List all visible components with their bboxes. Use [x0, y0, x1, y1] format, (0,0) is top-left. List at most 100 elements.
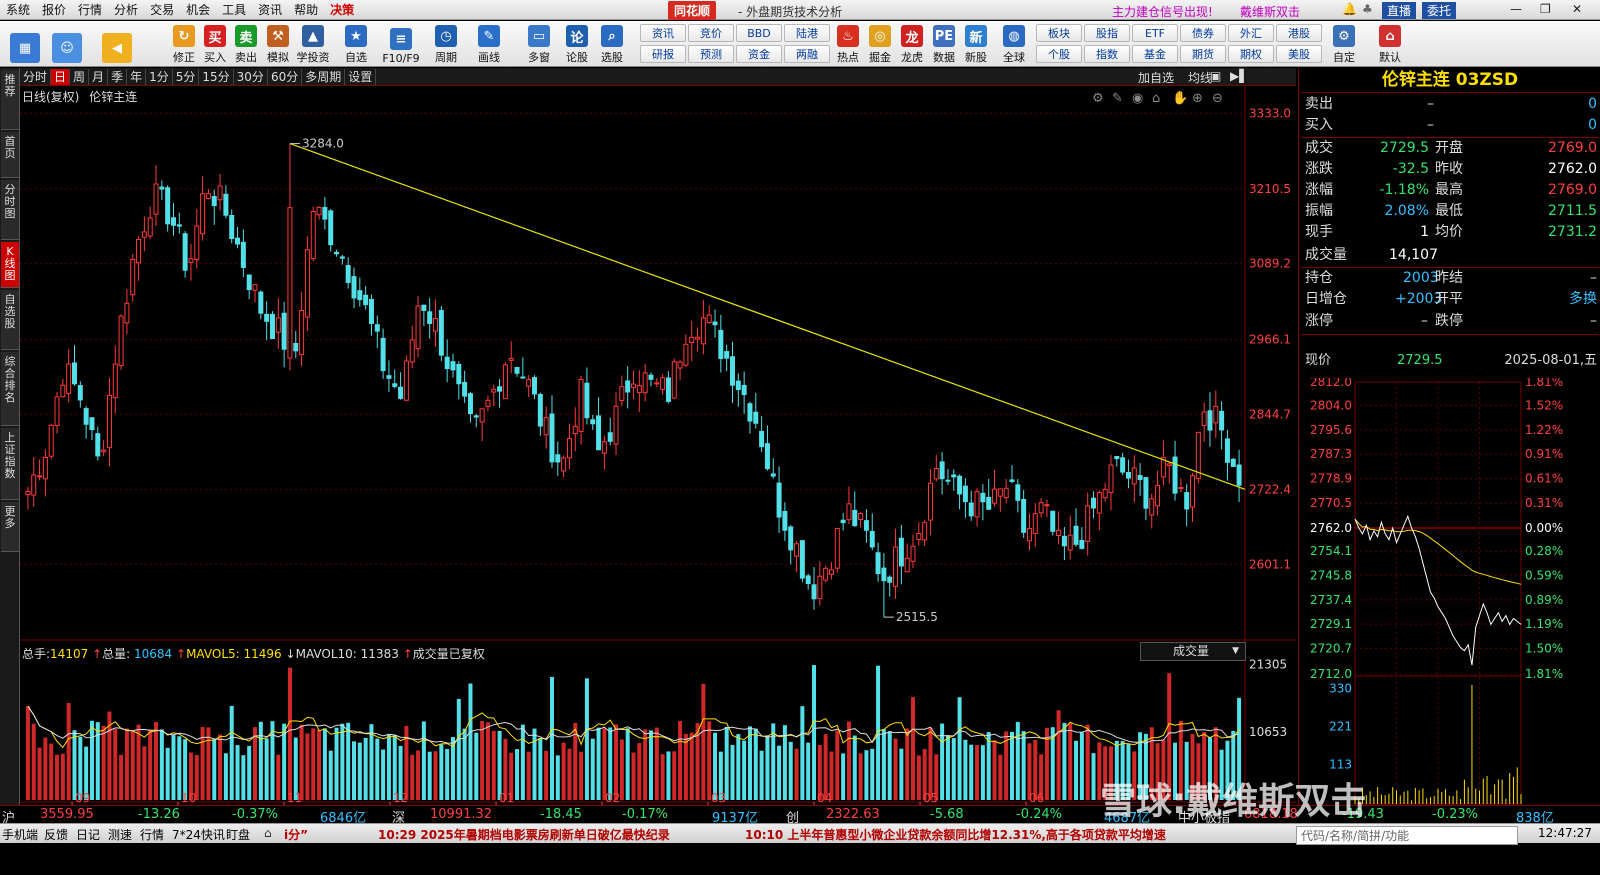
menu-item-7[interactable]: 资讯	[252, 1, 288, 18]
menu-item-0[interactable]: 系统	[0, 1, 36, 18]
market-button-bottom-5[interactable]: 美股	[1276, 45, 1322, 63]
bell-icon[interactable]: 🔔	[1342, 2, 1357, 16]
entrust-button[interactable]: 委托	[1422, 2, 1457, 19]
small-button-top-3[interactable]: 陆港	[784, 24, 830, 42]
small-button-top-0[interactable]: 资讯	[640, 24, 686, 42]
pen-icon[interactable]: ✎	[1112, 91, 1123, 106]
period-4[interactable]: 季	[108, 68, 128, 85]
toolbar-button-11[interactable]: ✎ 画线	[473, 23, 505, 65]
bottom-item-2[interactable]: 日记	[76, 826, 100, 843]
zoom-out-icon[interactable]: ⊖	[1212, 91, 1223, 106]
market-button-top-2[interactable]: ETF	[1132, 24, 1178, 42]
period-1[interactable]: 日	[51, 68, 71, 85]
toolbar-button-4[interactable]: 买买入	[199, 23, 231, 65]
toolbar-button-0[interactable]: ▦	[5, 23, 45, 65]
bottom-item-3[interactable]: 测速	[108, 826, 132, 843]
lock-icon[interactable]: ♣	[1362, 2, 1373, 16]
market-button-bottom-3[interactable]: 期货	[1180, 45, 1226, 63]
toolbar-button-3[interactable]: ↻ 修正	[168, 23, 200, 65]
toolbar-button-12[interactable]: ▭ 多窗	[523, 23, 555, 65]
news-ticker-1[interactable]: 10:29 2025年暑期档电影票房刷新单日破亿最快纪录	[378, 826, 670, 843]
small-button-bottom-0[interactable]: 研报	[640, 45, 686, 63]
toolbar2-button-3[interactable]: PE 数据	[928, 23, 960, 65]
toolbar-button-7[interactable]: ▲ 学投资	[297, 23, 330, 65]
left-tab-2[interactable]: 分时图	[1, 180, 19, 240]
menu-item-2[interactable]: 行情	[72, 1, 108, 18]
kline-chart[interactable]: 3333.0 3210.5 3089.2 2966.1 2844.7 2722.4 2601…	[20, 86, 1296, 805]
small-button-bottom-3[interactable]: 两融	[784, 45, 830, 63]
toolbar3-button-0[interactable]: ⚙ 自定	[1328, 23, 1360, 65]
toolbar-button-8[interactable]: ★ 自选	[340, 23, 372, 65]
bottom-item-6[interactable]: 盯盘	[226, 826, 250, 843]
left-tab-1[interactable]: 首页	[1, 132, 19, 178]
period-10[interactable]: 60分	[268, 68, 303, 85]
live-button[interactable]: 直播	[1382, 2, 1417, 19]
market-button-bottom-4[interactable]: 期权	[1228, 45, 1274, 63]
lock-icon[interactable]: ⌂	[1152, 91, 1160, 106]
toolbar2-button-4[interactable]: 新新股	[960, 23, 992, 65]
menu-item-3[interactable]: 分析	[108, 1, 144, 18]
toolbar2-button-0[interactable]: ♨ 热点	[832, 23, 864, 65]
period-7[interactable]: 5分	[173, 68, 200, 85]
intraday-chart[interactable]: 2812.0 1.81% 2804.0 1.52% 2795.6 1.22% 2787.3 0…	[1299, 378, 1600, 805]
period-right-0[interactable]: 加自选	[1138, 69, 1174, 86]
market-button-top-1[interactable]: 股指	[1084, 24, 1130, 42]
left-tab-3[interactable]: K线图	[1, 242, 19, 288]
period-3[interactable]: 月	[89, 68, 109, 85]
small-button-bottom-1[interactable]: 预测	[688, 45, 734, 63]
toolbar3-button-1[interactable]: ⌂ 默认	[1374, 23, 1406, 65]
period-8[interactable]: 15分	[199, 68, 234, 85]
left-tab-5[interactable]: 综合排名	[1, 352, 19, 426]
market-button-bottom-2[interactable]: 基金	[1132, 45, 1178, 63]
market-button-top-5[interactable]: 港股	[1276, 24, 1322, 42]
small-button-bottom-2[interactable]: 资金	[736, 45, 782, 63]
toolbar-button-1[interactable]: ☺	[47, 23, 87, 65]
bottom-item-4[interactable]: 行情	[140, 826, 164, 843]
small-button-top-1[interactable]: 竞价	[688, 24, 734, 42]
search-input[interactable]: 代码/名称/简拼/功能	[1296, 826, 1518, 845]
period-0[interactable]: 分时	[20, 68, 52, 85]
toolbar-button-13[interactable]: 论论股	[561, 23, 593, 65]
toolbar2-button-5[interactable]: ◍ 全球	[998, 23, 1030, 65]
camera-icon[interactable]: ▣	[1210, 69, 1221, 83]
zoom-in-icon[interactable]: ⊕	[1192, 91, 1203, 106]
bottom-item-1[interactable]: 反馈	[44, 826, 68, 843]
menu-item-1[interactable]: 报价	[36, 1, 72, 18]
close-icon[interactable]: ✕	[1572, 2, 1582, 16]
market-button-bottom-0[interactable]: 个股	[1036, 45, 1082, 63]
toolbar-button-9[interactable]: ≡ F10/F9	[382, 23, 420, 65]
gear-icon[interactable]: ⚙	[1092, 91, 1104, 106]
period-2[interactable]: 周	[70, 68, 90, 85]
market-button-bottom-1[interactable]: 指数	[1084, 45, 1130, 63]
market-button-top-0[interactable]: 板块	[1036, 24, 1082, 42]
indicator-select[interactable]: 成交量 ▼	[1140, 642, 1246, 661]
period-right-1[interactable]: 均线	[1188, 69, 1212, 86]
eye-icon[interactable]: ◉	[1132, 91, 1143, 106]
menu-item-5[interactable]: 机会	[180, 1, 216, 18]
menu-item-9[interactable]: 决策	[324, 1, 360, 18]
left-tab-6[interactable]: 上证指数	[1, 428, 19, 500]
fold-icon[interactable]: ⌂	[264, 826, 272, 840]
market-button-top-3[interactable]: 债券	[1180, 24, 1226, 42]
period-6[interactable]: 1分	[146, 68, 173, 85]
toolbar2-button-2[interactable]: 龙龙虎	[896, 23, 928, 65]
minimize-icon[interactable]: —	[1510, 2, 1522, 16]
menu-item-4[interactable]: 交易	[144, 1, 180, 18]
toolbar-button-6[interactable]: ⚒ 模拟	[262, 23, 294, 65]
toolbar-button-10[interactable]: ◷ 周期	[430, 23, 462, 65]
toolbar-button-14[interactable]: ⌕ 选股	[596, 23, 628, 65]
hand-icon[interactable]: ✋	[1172, 90, 1188, 106]
bottom-item-0[interactable]: 手机端	[2, 826, 38, 843]
menu-item-6[interactable]: 工具	[216, 1, 252, 18]
toolbar2-button-1[interactable]: ◎ 掘金	[864, 23, 896, 65]
davis-link[interactable]: 戴维斯双击	[1240, 3, 1300, 20]
period-11[interactable]: 多周期	[302, 68, 346, 85]
left-tab-4[interactable]: 自选股	[1, 290, 19, 350]
market-button-top-4[interactable]: 外汇	[1228, 24, 1274, 42]
menu-item-8[interactable]: 帮助	[288, 1, 324, 18]
period-12[interactable]: 设置	[345, 68, 377, 85]
signal-link[interactable]: 主力建仓信号出现!	[1112, 3, 1213, 20]
left-tab-7[interactable]: 更多	[1, 502, 19, 552]
restore-icon[interactable]: ❐	[1540, 2, 1551, 16]
news-ticker-2[interactable]: 10:10 上半年普惠型小微企业贷款余额同比增12.31%,高于各项贷款平均增速	[745, 826, 1166, 843]
